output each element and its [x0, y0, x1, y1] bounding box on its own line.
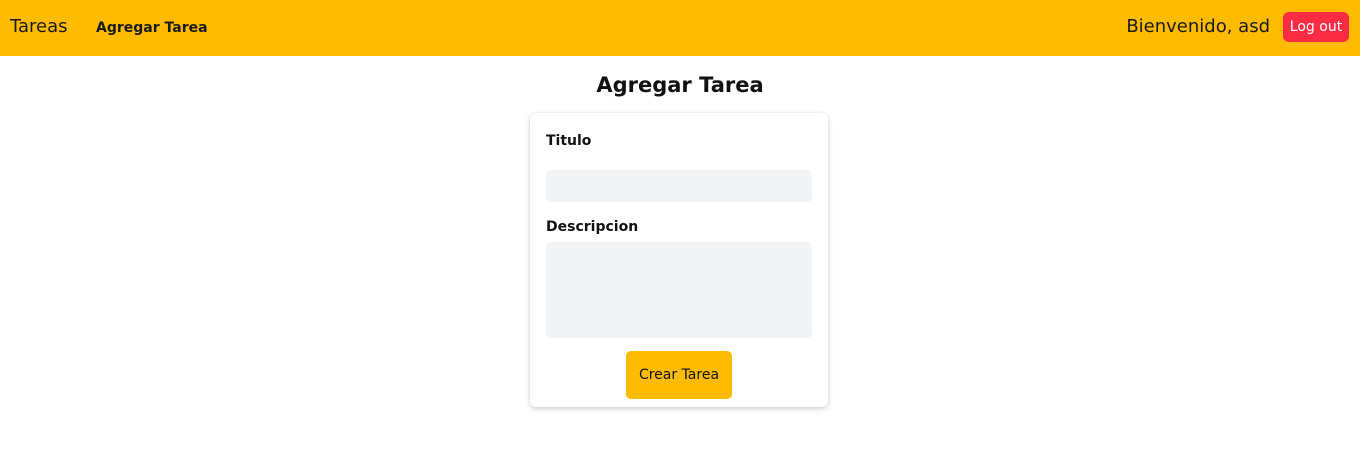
description-label: Descripcion — [546, 219, 639, 235]
description-textarea[interactable] — [546, 242, 812, 338]
title-label: Titulo — [546, 133, 592, 149]
logout-button[interactable]: Log out — [1283, 12, 1349, 42]
create-task-button[interactable]: Crear Tarea — [626, 351, 732, 399]
navbar: Tareas Agregar Tarea Bienvenido, asd Log… — [0, 0, 1360, 56]
nav-brand-link[interactable]: Tareas — [10, 15, 68, 39]
add-task-form: Titulo Descripcion Crear Tarea — [530, 113, 828, 407]
page-title: Agregar Tarea — [596, 73, 764, 97]
title-input[interactable] — [546, 170, 812, 202]
welcome-text: Bienvenido, asd — [1126, 16, 1270, 37]
nav-add-task-link[interactable]: Agregar Tarea — [96, 18, 208, 38]
